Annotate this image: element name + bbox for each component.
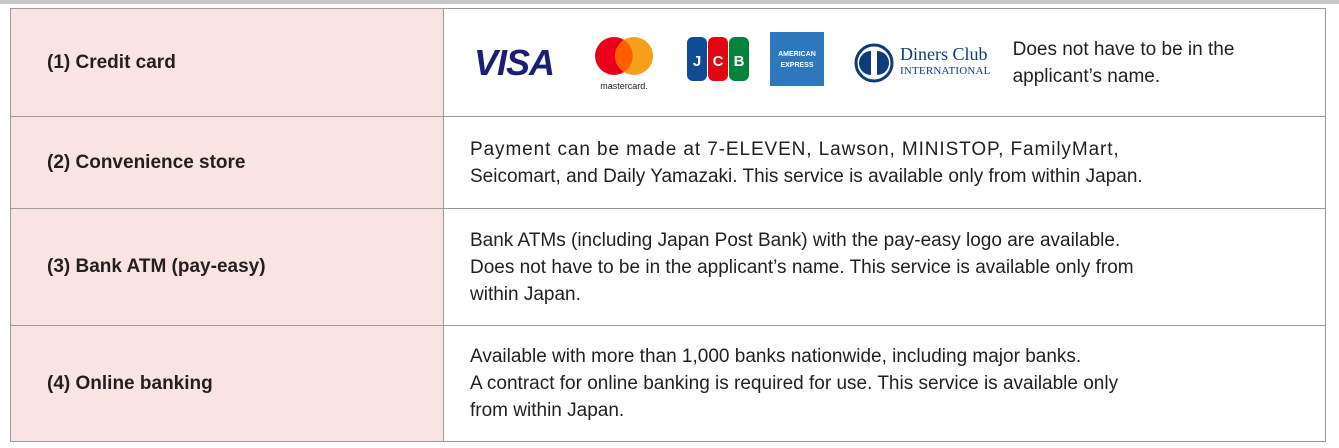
visa-logo-icon: VISA [474, 42, 555, 83]
description-line: applicant’s name. [1012, 65, 1161, 87]
credit-card-note: Does not have to be in the applicant’s n… [1013, 36, 1235, 90]
card-logos: VISA mastercard. J C B AMERICAN EXPRESS … [470, 31, 1305, 94]
description-line: Does not have to be in the [1012, 38, 1235, 60]
amex-line-2: EXPRESS [780, 62, 813, 69]
amex-line-1: AMERICAN [778, 51, 816, 58]
description-line: Bank ATMs (including Japan Post Bank) wi… [470, 229, 1121, 251]
online-banking-description: Available with more than 1,000 banks nat… [443, 325, 1326, 442]
table-row: (1) Credit card VISA mastercard. J C B A… [10, 8, 1326, 117]
credit-card-description: VISA mastercard. J C B AMERICAN EXPRESS … [443, 8, 1326, 117]
table-row: (2) Convenience store Payment can be mad… [10, 116, 1326, 209]
diners-line-2: INTERNATIONAL [900, 64, 991, 77]
american-express-logo-icon: AMERICAN EXPRESS [770, 31, 824, 94]
description-line: A contract for online banking is require… [470, 373, 1119, 394]
jcb-logo-icon: J C B [686, 35, 750, 91]
description-line: Available with more than 1,000 banks nat… [470, 346, 1082, 367]
svg-text:B: B [734, 53, 745, 70]
top-rule [0, 0, 1339, 4]
payment-methods-table: (1) Credit card VISA mastercard. J C B A… [10, 8, 1326, 442]
diners-club-logo-icon: Diners Club INTERNATIONAL [854, 43, 991, 83]
row-label-online-banking: (4) Online banking [10, 325, 444, 442]
svg-text:J: J [693, 53, 701, 70]
table-row: (3) Bank ATM (pay-easy) Bank ATMs (inclu… [10, 208, 1326, 326]
description-line: within Japan. [470, 283, 581, 305]
description-line: Seicomart, and Daily Yamazaki. This serv… [470, 165, 1143, 187]
diners-line-1: Diners Club [900, 43, 988, 64]
bank-atm-description: Bank ATMs (including Japan Post Bank) wi… [443, 208, 1326, 326]
description-line: Does not have to be in the applicant’s n… [470, 256, 1134, 278]
row-label-bank-atm: (3) Bank ATM (pay-easy) [10, 208, 444, 326]
mastercard-wordmark: mastercard. [600, 81, 648, 91]
table-row: (4) Online banking Available with more t… [10, 325, 1326, 442]
description-line: Payment can be made at 7-ELEVEN, Lawson,… [470, 138, 1120, 160]
mastercard-logo-icon: mastercard. [588, 32, 660, 94]
row-label-credit-card: (1) Credit card [10, 8, 444, 117]
convenience-store-description: Payment can be made at 7-ELEVEN, Lawson,… [443, 116, 1326, 209]
diners-club-wordmark: Diners Club INTERNATIONAL [900, 43, 991, 80]
description-line: from within Japan. [470, 400, 625, 421]
row-label-convenience-store: (2) Convenience store [10, 116, 444, 209]
svg-text:C: C [713, 53, 724, 70]
mastercard-circles: mastercard. [595, 36, 653, 91]
